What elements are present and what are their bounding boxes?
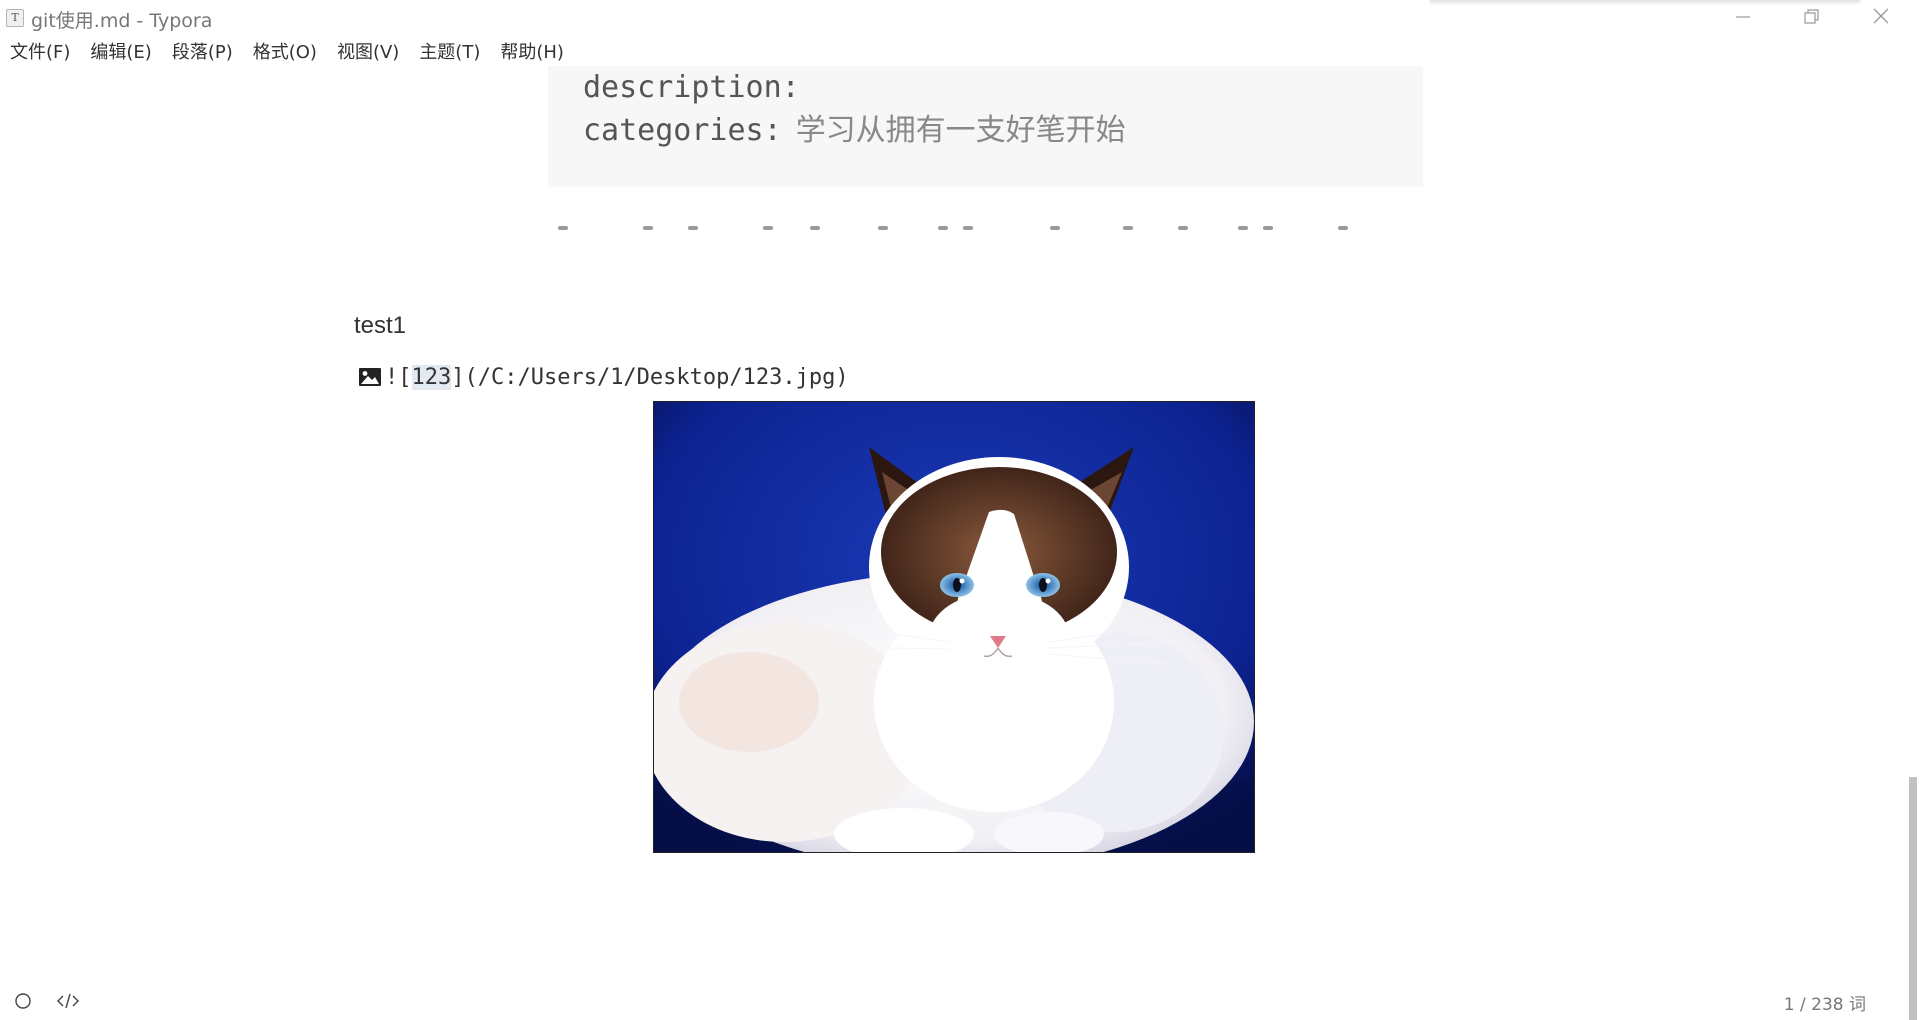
- close-button[interactable]: [1847, 0, 1915, 34]
- vertical-scrollbar[interactable]: [1906, 66, 1920, 1020]
- code-key-description: description:: [583, 70, 800, 105]
- editor-area[interactable]: description: categories: 学习从拥有一支好笔开始 test…: [0, 66, 1900, 966]
- markdown-image-prefix: ![: [385, 364, 412, 390]
- source-code-icon: [57, 993, 79, 1009]
- menu-theme[interactable]: 主题(T): [409, 38, 490, 64]
- outline-circle-icon: [15, 993, 31, 1009]
- word-count[interactable]: 1 / 238 词: [1784, 990, 1866, 1015]
- code-value-categories: 学习从拥有一支好笔开始: [795, 113, 1126, 148]
- menu-bar: 文件(F) 编辑(E) 段落(P) 格式(O) 视图(V) 主题(T) 帮助(H…: [0, 36, 574, 66]
- menu-help[interactable]: 帮助(H): [490, 38, 574, 64]
- restore-button[interactable]: [1778, 0, 1846, 34]
- restore-icon: [1804, 9, 1819, 24]
- code-line-description: description:: [583, 66, 800, 110]
- image-markdown-source[interactable]: ![123](/C:/Users/1/Desktop/123.jpg): [358, 362, 849, 392]
- menu-paragraph[interactable]: 段落(P): [162, 38, 243, 64]
- front-matter-code-block[interactable]: description: categories: 学习从拥有一支好笔开始: [548, 66, 1423, 187]
- menu-view[interactable]: 视图(V): [327, 38, 409, 64]
- title-bar: T git使用.md - Typora: [0, 0, 1920, 34]
- paragraph-test1[interactable]: test1: [354, 312, 406, 340]
- source-mode-button[interactable]: [55, 990, 81, 1012]
- close-icon: [1873, 8, 1889, 24]
- menu-edit[interactable]: 编辑(E): [80, 38, 161, 64]
- cat-illustration: [654, 402, 1254, 852]
- cat-image[interactable]: [653, 401, 1255, 853]
- clipped-text-line: [548, 224, 1423, 232]
- menu-file[interactable]: 文件(F): [0, 38, 80, 64]
- typora-app-icon: T: [6, 9, 24, 27]
- outline-toggle-button[interactable]: [10, 990, 36, 1012]
- code-key-categories: categories:: [583, 113, 782, 148]
- minimize-icon: [1736, 16, 1750, 18]
- typora-window: T git使用.md - Typora 文件(F) 编辑(E) 段落(P) 格式…: [0, 0, 1920, 1020]
- image-icon: [359, 368, 381, 386]
- menu-format[interactable]: 格式(O): [243, 38, 327, 64]
- code-line-categories: categories: 学习从拥有一支好笔开始: [583, 109, 1126, 153]
- markdown-image-path: ](/C:/Users/1/Desktop/123.jpg): [451, 364, 849, 390]
- minimize-button[interactable]: [1709, 0, 1777, 34]
- image-alt-text[interactable]: 123: [411, 364, 452, 390]
- status-bar: 1 / 238 词: [0, 982, 1920, 1020]
- window-title: git使用.md - Typora: [31, 10, 213, 32]
